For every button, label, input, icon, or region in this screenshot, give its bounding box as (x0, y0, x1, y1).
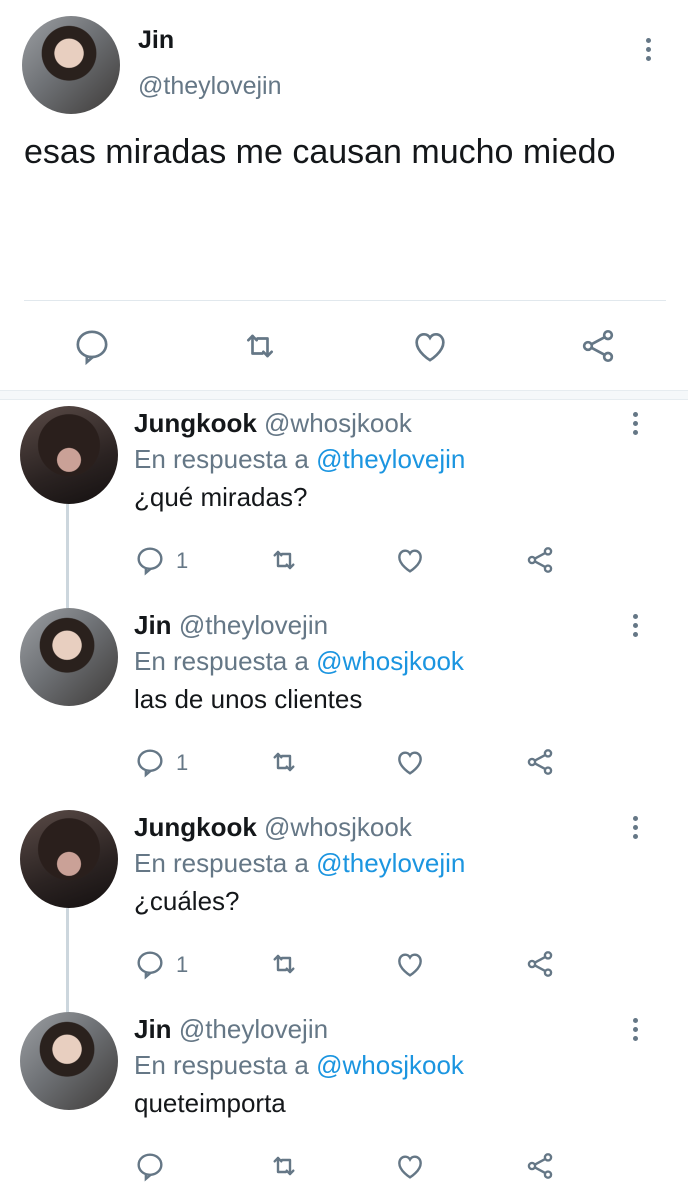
author-name[interactable]: Jin (134, 610, 172, 640)
like-icon[interactable] (410, 326, 450, 366)
reply-tweet[interactable]: Jungkook @whosjkook En respuesta a @they… (0, 406, 688, 606)
avatar[interactable] (20, 608, 118, 706)
reply-tweet[interactable]: Jin @theylovejin En respuesta a @whosjko… (0, 1012, 688, 1200)
reply-prefix: En respuesta a (134, 444, 309, 474)
reply-icon[interactable] (134, 544, 166, 576)
reply-count: 1 (176, 952, 189, 977)
like-icon[interactable] (394, 948, 426, 980)
retweet-icon[interactable] (268, 948, 300, 980)
retweet-icon[interactable] (268, 746, 300, 778)
reply-prefix: En respuesta a (134, 646, 309, 676)
reply-mention[interactable]: @theylovejin (316, 444, 465, 474)
reply-mention[interactable]: @whosjkook (316, 646, 464, 676)
tweet-text: ¿cuáles? (134, 886, 240, 916)
tweet-text: las de unos clientes (134, 684, 363, 714)
like-icon[interactable] (394, 544, 426, 576)
avatar[interactable] (20, 810, 118, 908)
author-handle[interactable]: @theylovejin (179, 1014, 328, 1044)
author-handle[interactable]: @whosjkook (264, 408, 412, 438)
author-handle[interactable]: @whosjkook (264, 812, 412, 842)
author-name[interactable]: Jin (134, 1014, 172, 1044)
share-icon[interactable] (524, 1150, 556, 1182)
reply-prefix: En respuesta a (134, 1050, 309, 1080)
reply-tweet[interactable]: Jungkook @whosjkook En respuesta a @they… (0, 810, 688, 1010)
author-name[interactable]: Jungkook (134, 408, 257, 438)
author-name[interactable]: Jin (138, 26, 174, 55)
reply-prefix: En respuesta a (134, 848, 309, 878)
divider (24, 300, 666, 301)
tweet-text: esas miradas me causan mucho miedo (24, 133, 616, 171)
more-icon[interactable] (631, 412, 639, 435)
like-icon[interactable] (394, 746, 426, 778)
avatar[interactable] (20, 406, 118, 504)
section-separator (0, 390, 688, 400)
share-icon[interactable] (524, 746, 556, 778)
author-handle[interactable]: @theylovejin (138, 72, 282, 101)
reply-icon[interactable] (134, 1150, 166, 1182)
share-icon[interactable] (524, 948, 556, 980)
tweet-text: queteimporta (134, 1088, 286, 1118)
reply-mention[interactable]: @whosjkook (316, 1050, 464, 1080)
tweet-text: ¿qué miradas? (134, 482, 308, 512)
reply-icon[interactable] (134, 948, 166, 980)
reply-count: 1 (176, 750, 189, 775)
reply-icon[interactable] (134, 746, 166, 778)
retweet-icon[interactable] (268, 1150, 300, 1182)
more-icon[interactable] (644, 38, 652, 61)
tweet-actions (0, 326, 688, 370)
reply-mention[interactable]: @theylovejin (316, 848, 465, 878)
share-icon[interactable] (578, 326, 618, 366)
share-icon[interactable] (524, 544, 556, 576)
like-icon[interactable] (394, 1150, 426, 1182)
reply-icon[interactable] (72, 326, 112, 366)
reply-count: 1 (176, 548, 189, 573)
author-name[interactable]: Jungkook (134, 812, 257, 842)
retweet-icon[interactable] (240, 326, 280, 366)
retweet-icon[interactable] (268, 544, 300, 576)
reply-tweet[interactable]: Jin @theylovejin En respuesta a @whosjko… (0, 608, 688, 808)
author-handle[interactable]: @theylovejin (179, 610, 328, 640)
avatar[interactable] (22, 16, 120, 114)
avatar[interactable] (20, 1012, 118, 1110)
more-icon[interactable] (631, 1018, 639, 1041)
more-icon[interactable] (631, 614, 639, 637)
more-icon[interactable] (631, 816, 639, 839)
